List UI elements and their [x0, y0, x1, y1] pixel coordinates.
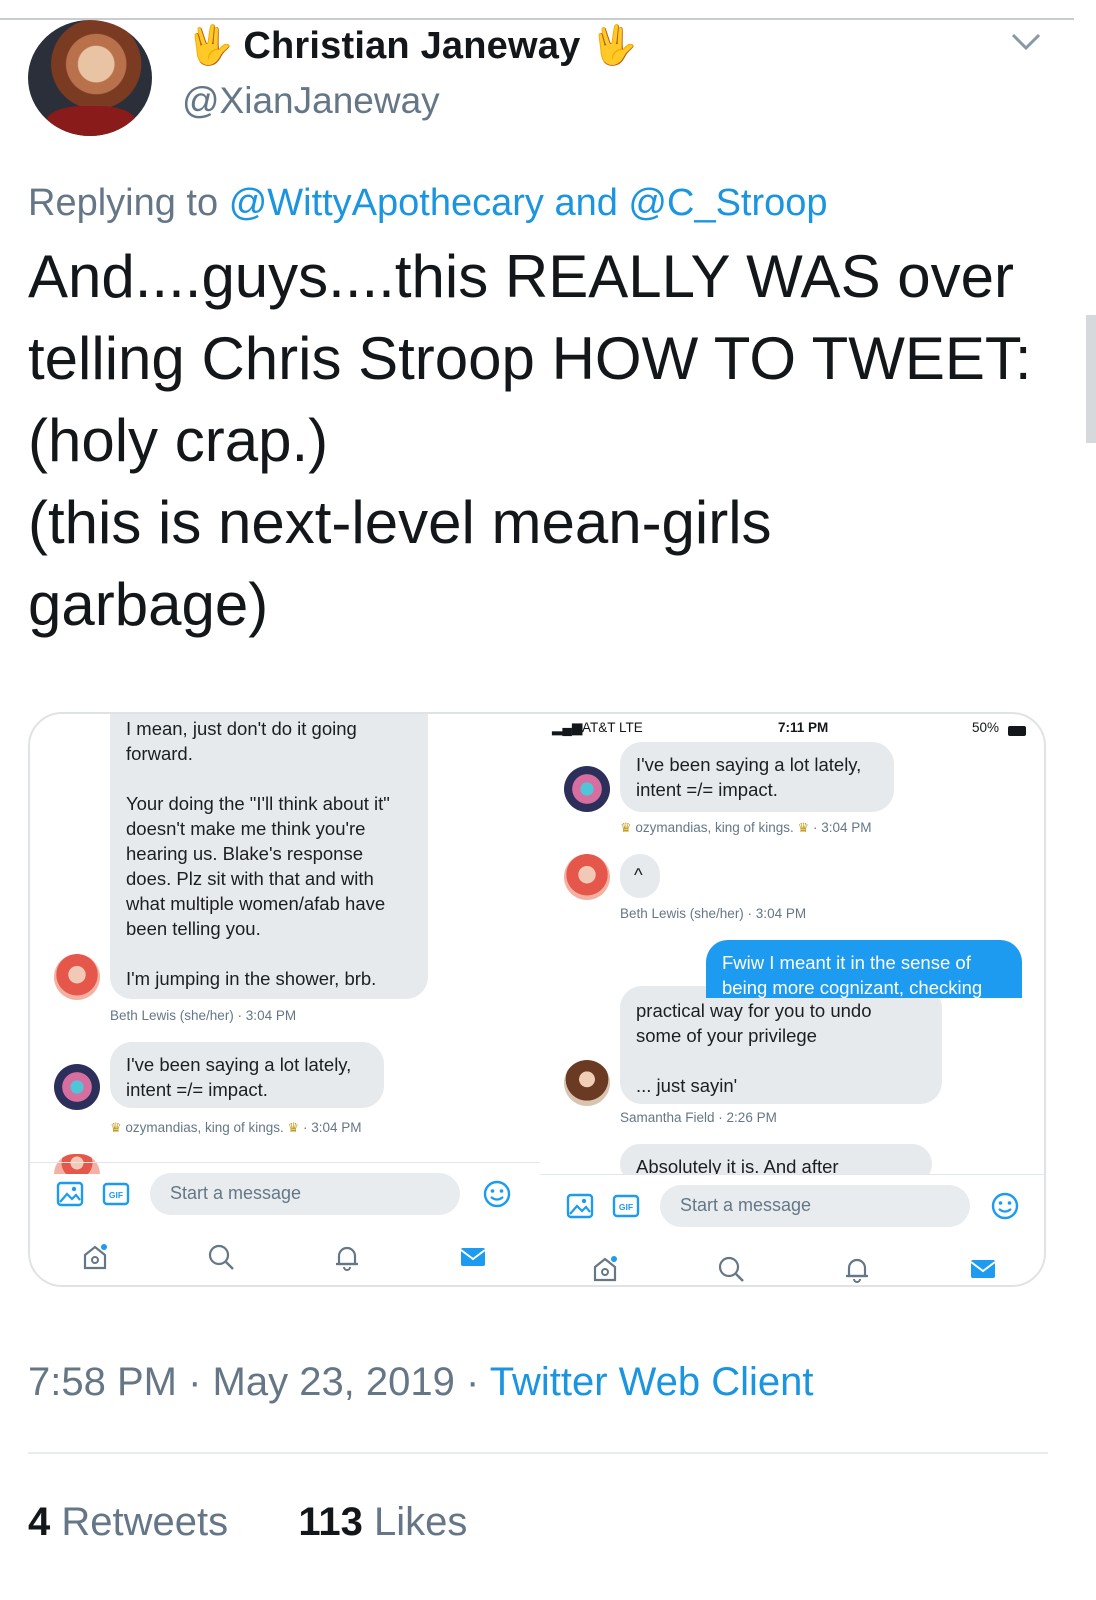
message-bubble: ^ [620, 854, 660, 898]
battery-percent: 50% [972, 720, 1000, 735]
message-composer: GIF Start a message [30, 1162, 540, 1224]
bell-icon[interactable] [332, 1242, 362, 1272]
status-bar: ▂▄▆ AT&T LTE 7:11 PM 50% [540, 720, 1044, 744]
svg-text:GIF: GIF [109, 1190, 123, 1200]
vulcan-salute-emoji: 🖖 [186, 25, 234, 67]
avatar [564, 1060, 610, 1106]
emoji-icon[interactable] [482, 1179, 512, 1209]
status-time: 7:11 PM [778, 720, 829, 735]
message-text: I mean, just don't do it going forward. [126, 718, 357, 764]
message-bubble: I've been saying a lot lately, intent =/… [110, 1042, 384, 1108]
carrier-label: AT&T LTE [582, 720, 643, 735]
gif-icon[interactable]: GIF [612, 1193, 640, 1219]
avatar [564, 766, 610, 812]
top-divider [0, 18, 1074, 20]
avatar [54, 1064, 100, 1110]
scrollbar[interactable] [1086, 315, 1096, 443]
sent-message-bubble: Fwiw I meant it in the sense of being mo… [706, 940, 1022, 998]
avatar[interactable] [28, 20, 152, 136]
tweet-line: (holy crap.) [28, 407, 329, 474]
image-icon[interactable] [566, 1193, 594, 1219]
message-text: practical way for you to undo [636, 1000, 872, 1021]
crown-icon: ♛ [287, 1120, 300, 1135]
bottom-nav [540, 1244, 1044, 1285]
tweet-media[interactable]: I mean, just don't do it going forward. … [28, 712, 1046, 1287]
tweet-timestamp: 7:58 PM · May 23, 2019 · Twitter Web Cli… [28, 1360, 814, 1405]
home-icon[interactable] [590, 1254, 620, 1284]
divider [28, 1452, 1048, 1454]
message-text: ... just sayin' [636, 1075, 738, 1096]
dm-screenshot-left: I mean, just don't do it going forward. … [30, 714, 540, 1285]
message-meta: ♛ ozymandias, king of kings. ♛ · 3:04 PM [620, 820, 872, 835]
gif-icon[interactable]: GIF [102, 1181, 130, 1207]
tweet-text: And....guys....this REALLY WAS over tell… [28, 236, 1068, 646]
source-client-link[interactable]: Twitter Web Client [490, 1360, 814, 1404]
message-text: Your doing the "I'll think about it" doe… [126, 793, 390, 939]
home-icon[interactable] [80, 1242, 110, 1272]
message-meta: Beth Lewis (she/her) · 3:04 PM [620, 906, 807, 921]
message-bubble: practical way for you to undo some of yo… [620, 986, 942, 1104]
message-input[interactable]: Start a message [150, 1173, 460, 1215]
crown-icon: ♛ [620, 820, 632, 835]
message-meta: ♛ ozymandias, king of kings. ♛ · 3:04 PM [110, 1120, 362, 1135]
message-input[interactable]: Start a message [660, 1185, 970, 1227]
bottom-nav [30, 1232, 540, 1282]
retweets-stat[interactable]: 4 Retweets [28, 1500, 228, 1544]
message-bubble: I mean, just don't do it going forward. … [110, 714, 428, 999]
dm-screenshot-right: ▂▄▆ AT&T LTE 7:11 PM 50% I've been sayin… [540, 714, 1044, 1285]
emoji-icon[interactable] [990, 1191, 1020, 1221]
likes-stat[interactable]: 113 Likes [298, 1500, 467, 1544]
battery-icon [1008, 726, 1026, 736]
replying-prefix: Replying to [28, 182, 219, 224]
message-composer: GIF Start a message [540, 1174, 1044, 1236]
bell-icon[interactable] [842, 1254, 872, 1284]
user-handle[interactable]: @XianJaneway [182, 80, 440, 122]
timestamp-text[interactable]: 7:58 PM · May 23, 2019 · [28, 1360, 490, 1404]
display-name-row[interactable]: 🖖 Christian Janeway 🖖 [186, 22, 638, 70]
search-icon[interactable] [206, 1242, 236, 1272]
message-bubble: I've been saying a lot lately, intent =/… [620, 742, 894, 812]
message-text: some of your privilege [636, 1025, 817, 1046]
reply-mentions[interactable]: @WittyApothecary and @C_Stroop [229, 182, 828, 224]
search-icon[interactable] [716, 1254, 746, 1284]
vulcan-salute-emoji: 🖖 [590, 25, 638, 67]
tweet-line: telling Chris Stroop HOW TO TWEET: [28, 325, 1032, 392]
mail-icon[interactable] [458, 1242, 488, 1272]
tweet-line: And....guys....this REALLY WAS over [28, 243, 1014, 310]
avatar [564, 854, 610, 900]
signal-icon: ▂▄▆ [552, 720, 583, 735]
crown-icon: ♛ [797, 820, 810, 835]
tweet-stats: 4 Retweets 113 Likes [28, 1500, 467, 1545]
mail-icon[interactable] [968, 1254, 998, 1284]
tweet-line: (this is next-level mean-girls [28, 489, 772, 556]
message-meta: Beth Lewis (she/her) · 3:04 PM [110, 1008, 297, 1023]
image-icon[interactable] [56, 1181, 84, 1207]
chevron-down-icon[interactable] [1010, 30, 1042, 52]
svg-text:GIF: GIF [619, 1202, 633, 1212]
crown-icon: ♛ [110, 1120, 122, 1135]
tweet-line: garbage) [28, 571, 269, 638]
message-text: I'm jumping in the shower, brb. [126, 968, 377, 989]
avatar [54, 954, 100, 1000]
message-meta: Samantha Field · 2:26 PM [620, 1110, 777, 1125]
replying-to: Replying to @WittyApothecary and @C_Stro… [28, 182, 828, 225]
display-name[interactable]: Christian Janeway [243, 25, 580, 68]
